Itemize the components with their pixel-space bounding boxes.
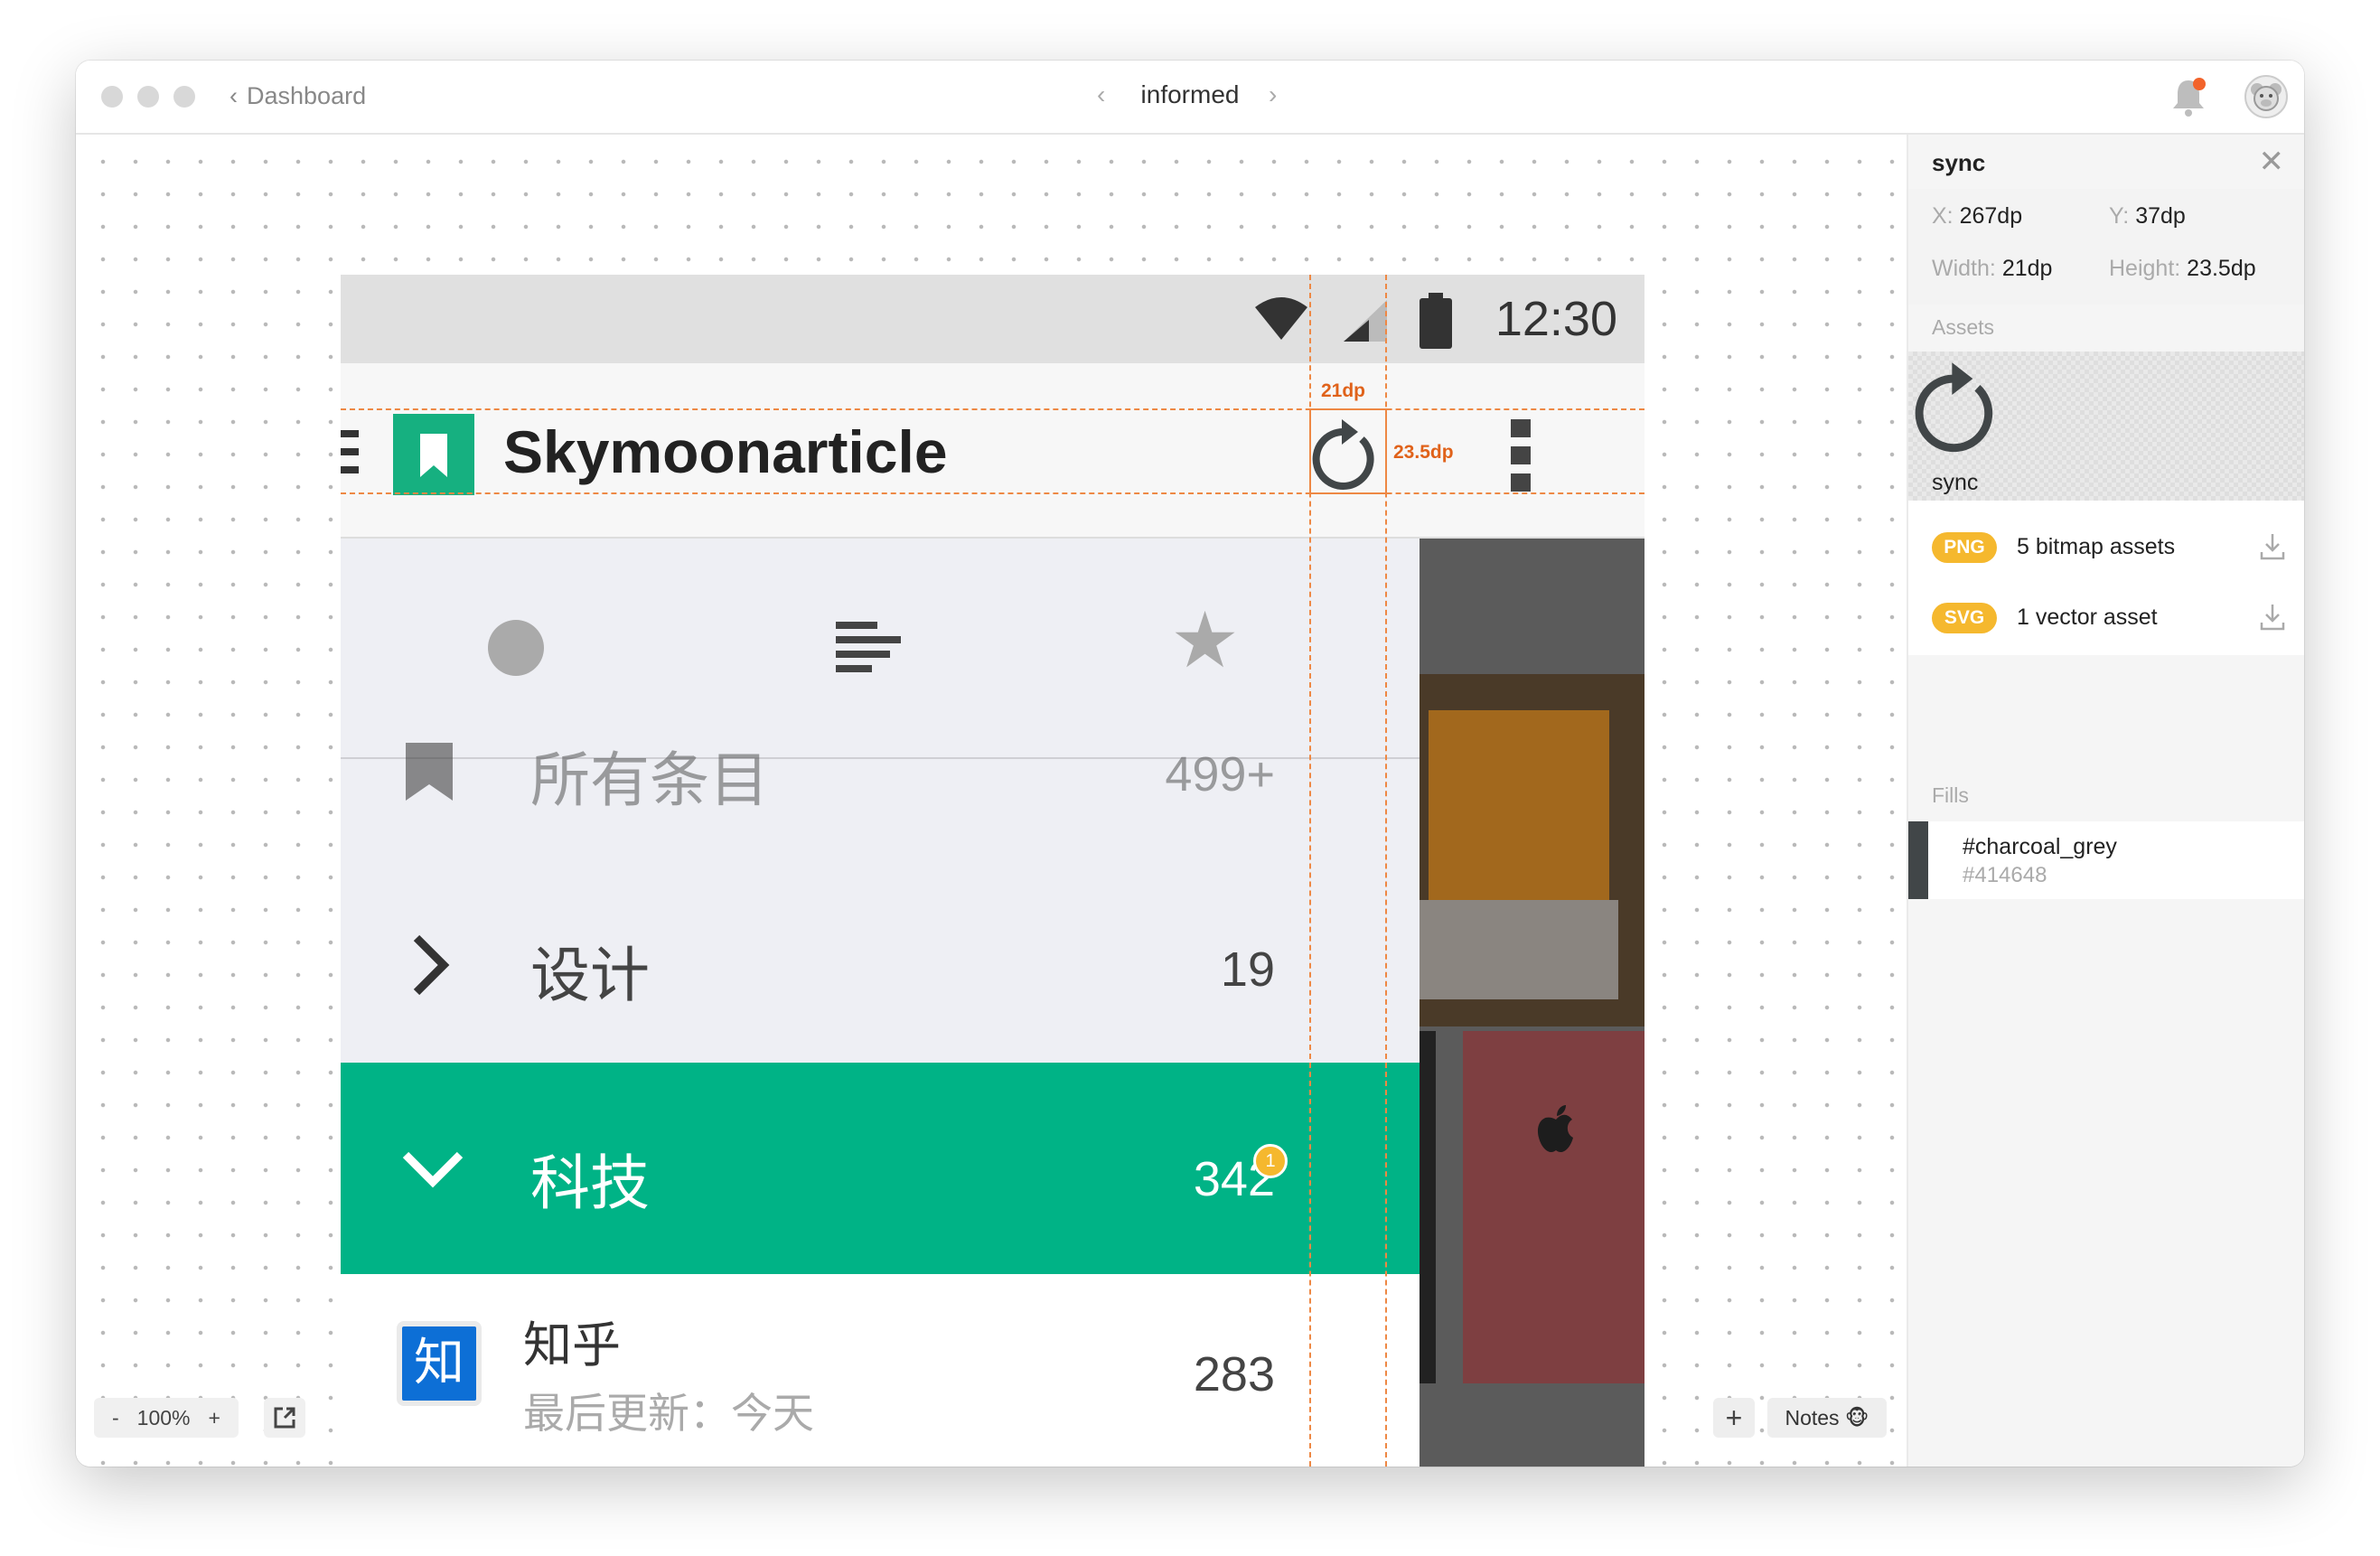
external-link-icon — [274, 1407, 295, 1429]
guide-line-top — [341, 408, 1644, 410]
cellular-signal-icon — [1344, 300, 1387, 342]
notes-button[interactable]: Notes 🐵 — [1767, 1398, 1887, 1438]
asset-name: sync — [1932, 470, 1979, 495]
drawer-item-label: 所有条目 — [530, 746, 769, 813]
fill-swatch — [1908, 821, 1928, 899]
phone-photo — [1463, 1031, 1644, 1383]
fill-hex: #414648 — [1963, 863, 2047, 887]
bookmark-icon — [420, 434, 447, 477]
sync-icon — [1915, 362, 1993, 453]
printer-photo — [1420, 674, 1644, 1026]
layer-properties: X: 267dp Y: 37dp Width: 21dp Height: 23.… — [1908, 189, 2304, 305]
feed-item-zhihu[interactable]: 知 知乎 最后更新：今天 283 — [341, 1274, 1420, 1467]
chevron-down-icon — [402, 1151, 464, 1188]
zoom-in-button[interactable]: + — [209, 1406, 220, 1429]
download-label: 1 vector asset — [2017, 605, 2158, 630]
download-icon[interactable] — [2259, 601, 2286, 632]
assets-heading: Assets — [1932, 315, 1995, 339]
prop-height: Height: 23.5dp — [2109, 256, 2256, 281]
notification-bell-icon[interactable] — [2170, 77, 2207, 117]
height-measurement: 23.5dp — [1393, 442, 1454, 463]
zoom-control: -100% + — [94, 1398, 239, 1438]
drawer-item-design[interactable]: 设计 19 — [341, 882, 1420, 1049]
fill-row[interactable]: #charcoal_grey #414648 — [1908, 821, 2304, 899]
app-window: ‹ Dashboard informed ‹ › 12:30 Skymoonar… — [76, 61, 2304, 1467]
unread-filter-icon[interactable] — [488, 620, 544, 676]
next-screen-button[interactable]: › — [1269, 80, 1277, 109]
width-measurement: 21dp — [1321, 380, 1366, 401]
png-badge: PNG — [1932, 532, 1997, 563]
svg-badge: SVG — [1932, 603, 1997, 633]
prop-x: X: 267dp — [1932, 203, 2023, 229]
apple-logo-icon — [1537, 1105, 1573, 1153]
drawer-item-label: 科技 — [530, 1149, 650, 1216]
panel-title: sync — [1932, 149, 1986, 176]
asset-preview[interactable]: sync — [1908, 352, 2304, 514]
selection-box[interactable] — [1309, 408, 1387, 494]
add-note-button[interactable]: + — [1713, 1398, 1755, 1438]
download-icon[interactable] — [2259, 530, 2286, 561]
new-items-badge: 1 — [1253, 1144, 1288, 1178]
close-panel-button[interactable]: ✕ — [2259, 144, 2285, 180]
project-title: informed — [1140, 80, 1240, 108]
drawer-item-label: 设计 — [530, 942, 650, 1008]
drawer-item-count: 499+ — [1165, 747, 1275, 801]
prop-width: Width: 21dp — [1932, 256, 2053, 281]
download-label: 5 bitmap assets — [2017, 534, 2176, 559]
wifi-icon — [1255, 297, 1307, 340]
background-content-image — [1420, 539, 1644, 1467]
feed-count: 283 — [1193, 1347, 1275, 1401]
feed-title: 知乎 — [523, 1318, 621, 1373]
feed-subtitle: 最后更新：今天 — [523, 1390, 814, 1437]
zoom-out-button[interactable]: - — [112, 1406, 119, 1429]
chevron-right-icon — [413, 934, 450, 996]
guide-line-bottom — [341, 492, 1644, 494]
design-canvas[interactable]: 12:30 Skymoonarticle ★ 所有条目 499+ 设计 19 科… — [76, 135, 1907, 1467]
starred-filter-icon[interactable]: ★ — [1170, 602, 1240, 680]
bookmark-icon — [406, 743, 453, 801]
drawer-item-all[interactable]: 所有条目 499+ — [341, 683, 1420, 864]
download-png-row[interactable]: PNG 5 bitmap assets — [1908, 514, 2304, 585]
prop-y: Y: 37dp — [2109, 203, 2186, 229]
status-time: 12:30 — [1495, 292, 1617, 346]
status-bar: 12:30 — [341, 275, 1644, 363]
fills-heading: Fills — [1932, 783, 1969, 807]
user-avatar[interactable] — [2244, 75, 2288, 118]
drawer-item-tech[interactable]: 科技 342 1 — [341, 1063, 1420, 1274]
previous-screen-button[interactable]: ‹ — [1097, 80, 1105, 109]
title-bar: ‹ Dashboard informed ‹ › — [76, 61, 2304, 135]
app-logo — [393, 414, 474, 495]
drawer-item-count: 19 — [1220, 942, 1275, 997]
app-title: Skymoonarticle — [503, 418, 948, 485]
list-filter-icon[interactable] — [836, 616, 901, 674]
monkey-avatar-icon — [2251, 83, 2282, 111]
navigation-drawer: ★ 所有条目 499+ 设计 19 科技 342 1 知 知乎 最后更新：今天 … — [341, 539, 1420, 1467]
download-svg-row[interactable]: SVG 1 vector asset — [1908, 585, 2304, 655]
fill-name: #charcoal_grey — [1963, 834, 2117, 859]
zhihu-logo: 知 — [397, 1321, 482, 1406]
zoom-level: 100% — [136, 1406, 191, 1429]
open-external-button[interactable] — [264, 1398, 305, 1438]
battery-icon — [1420, 293, 1452, 349]
inspector-panel: sync ✕ X: 267dp Y: 37dp Width: 21dp Heig… — [1907, 135, 2304, 1467]
